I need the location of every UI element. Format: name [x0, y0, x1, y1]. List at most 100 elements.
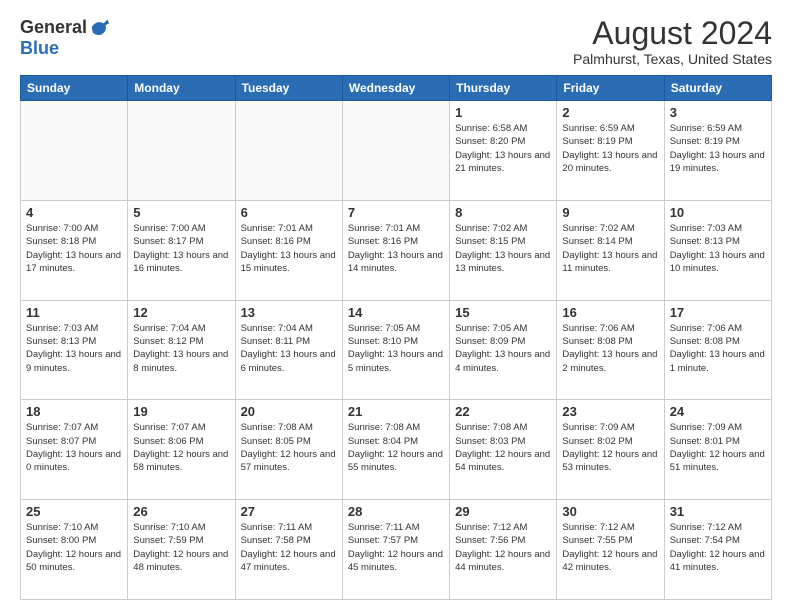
day-number: 22	[455, 404, 551, 419]
week-row-5: 25Sunrise: 7:10 AM Sunset: 8:00 PM Dayli…	[21, 500, 772, 600]
day-info: Sunrise: 7:06 AM Sunset: 8:08 PM Dayligh…	[670, 322, 766, 375]
day-info: Sunrise: 6:58 AM Sunset: 8:20 PM Dayligh…	[455, 122, 551, 175]
day-cell: 18Sunrise: 7:07 AM Sunset: 8:07 PM Dayli…	[21, 400, 128, 500]
day-cell: 29Sunrise: 7:12 AM Sunset: 7:56 PM Dayli…	[450, 500, 557, 600]
day-cell: 20Sunrise: 7:08 AM Sunset: 8:05 PM Dayli…	[235, 400, 342, 500]
day-cell: 4 Sunrise: 7:00 AM Sunset: 8:18 PM Daylig…	[21, 200, 128, 300]
day-number: 3	[670, 105, 766, 120]
day-info: Sunrise: 7:07 AM Sunset: 8:07 PM Dayligh…	[26, 421, 122, 474]
day-number: 12	[133, 305, 229, 320]
day-cell: 26 Sunrise: 7:10 AM Sunset: 7:59 PM Dayli…	[128, 500, 235, 600]
day-number: 26	[133, 504, 229, 519]
day-number: 14	[348, 305, 444, 320]
day-cell: 7Sunrise: 7:01 AM Sunset: 8:16 PM Daylig…	[342, 200, 449, 300]
day-info: Sunrise: 7:00 AM Sunset: 8:17 PM Dayligh…	[133, 222, 229, 275]
day-cell: 1Sunrise: 6:58 AM Sunset: 8:20 PM Daylig…	[450, 101, 557, 201]
day-info: Sunrise: 7:01 AM Sunset: 8:16 PM Dayligh…	[348, 222, 444, 275]
day-info: Sunrise: 7:12 AM Sunset: 7:55 PM Dayligh…	[562, 521, 658, 574]
day-number: 6	[241, 205, 337, 220]
day-number: 25	[26, 504, 122, 519]
day-cell	[21, 101, 128, 201]
day-cell: 6 Sunrise: 7:01 AM Sunset: 8:16 PM Daylig…	[235, 200, 342, 300]
day-cell: 19 Sunrise: 7:07 AM Sunset: 8:06 PM Dayli…	[128, 400, 235, 500]
day-number: 8	[455, 205, 551, 220]
day-number: 15	[455, 305, 551, 320]
day-info: Sunrise: 7:01 AM Sunset: 8:16 PM Dayligh…	[241, 222, 337, 275]
day-number: 27	[241, 504, 337, 519]
day-number: 30	[562, 504, 658, 519]
day-number: 11	[26, 305, 122, 320]
day-info: Sunrise: 7:11 AM Sunset: 7:58 PM Dayligh…	[241, 521, 337, 574]
day-number: 28	[348, 504, 444, 519]
day-info: Sunrise: 7:06 AM Sunset: 8:08 PM Dayligh…	[562, 322, 658, 375]
day-info: Sunrise: 7:02 AM Sunset: 8:15 PM Dayligh…	[455, 222, 551, 275]
day-cell: 2 Sunrise: 6:59 AM Sunset: 8:19 PM Daylig…	[557, 101, 664, 201]
day-info: Sunrise: 6:59 AM Sunset: 8:19 PM Dayligh…	[670, 122, 766, 175]
day-info: Sunrise: 7:04 AM Sunset: 8:12 PM Dayligh…	[133, 322, 229, 375]
day-number: 5	[133, 205, 229, 220]
col-sunday: Sunday	[21, 76, 128, 101]
day-info: Sunrise: 7:00 AM Sunset: 8:18 PM Dayligh…	[26, 222, 122, 275]
col-tuesday: Tuesday	[235, 76, 342, 101]
day-cell: 5 Sunrise: 7:00 AM Sunset: 8:17 PM Daylig…	[128, 200, 235, 300]
header: General Blue August 2024 Palmhurst, Texa…	[20, 16, 772, 67]
week-row-2: 4 Sunrise: 7:00 AM Sunset: 8:18 PM Daylig…	[21, 200, 772, 300]
day-cell: 15 Sunrise: 7:05 AM Sunset: 8:09 PM Dayli…	[450, 300, 557, 400]
col-thursday: Thursday	[450, 76, 557, 101]
logo-general-text: General	[20, 17, 87, 38]
day-cell	[342, 101, 449, 201]
day-number: 16	[562, 305, 658, 320]
day-cell: 30 Sunrise: 7:12 AM Sunset: 7:55 PM Dayli…	[557, 500, 664, 600]
day-number: 17	[670, 305, 766, 320]
week-row-3: 11Sunrise: 7:03 AM Sunset: 8:13 PM Dayli…	[21, 300, 772, 400]
week-row-1: 1Sunrise: 6:58 AM Sunset: 8:20 PM Daylig…	[21, 101, 772, 201]
day-cell: 12 Sunrise: 7:04 AM Sunset: 8:12 PM Dayli…	[128, 300, 235, 400]
page: General Blue August 2024 Palmhurst, Texa…	[0, 0, 792, 612]
day-info: Sunrise: 7:07 AM Sunset: 8:06 PM Dayligh…	[133, 421, 229, 474]
logo: General Blue	[20, 16, 111, 59]
day-info: Sunrise: 7:12 AM Sunset: 7:54 PM Dayligh…	[670, 521, 766, 574]
day-cell: 17 Sunrise: 7:06 AM Sunset: 8:08 PM Dayli…	[664, 300, 771, 400]
day-info: Sunrise: 7:08 AM Sunset: 8:03 PM Dayligh…	[455, 421, 551, 474]
day-info: Sunrise: 7:10 AM Sunset: 7:59 PM Dayligh…	[133, 521, 229, 574]
day-number: 13	[241, 305, 337, 320]
day-number: 2	[562, 105, 658, 120]
day-cell: 28 Sunrise: 7:11 AM Sunset: 7:57 PM Dayli…	[342, 500, 449, 600]
day-cell: 8 Sunrise: 7:02 AM Sunset: 8:15 PM Daylig…	[450, 200, 557, 300]
day-cell: 14 Sunrise: 7:05 AM Sunset: 8:10 PM Dayli…	[342, 300, 449, 400]
col-saturday: Saturday	[664, 76, 771, 101]
logo-blue-text: Blue	[20, 38, 59, 59]
day-info: Sunrise: 6:59 AM Sunset: 8:19 PM Dayligh…	[562, 122, 658, 175]
day-info: Sunrise: 7:08 AM Sunset: 8:04 PM Dayligh…	[348, 421, 444, 474]
day-number: 31	[670, 504, 766, 519]
calendar-body: 1Sunrise: 6:58 AM Sunset: 8:20 PM Daylig…	[21, 101, 772, 600]
day-cell: 21 Sunrise: 7:08 AM Sunset: 8:04 PM Dayli…	[342, 400, 449, 500]
day-cell: 31 Sunrise: 7:12 AM Sunset: 7:54 PM Dayli…	[664, 500, 771, 600]
logo-icon	[89, 16, 111, 38]
day-cell: 25Sunrise: 7:10 AM Sunset: 8:00 PM Dayli…	[21, 500, 128, 600]
day-number: 24	[670, 404, 766, 419]
day-cell: 16 Sunrise: 7:06 AM Sunset: 8:08 PM Dayli…	[557, 300, 664, 400]
day-number: 21	[348, 404, 444, 419]
day-info: Sunrise: 7:05 AM Sunset: 8:09 PM Dayligh…	[455, 322, 551, 375]
day-cell: 27 Sunrise: 7:11 AM Sunset: 7:58 PM Dayli…	[235, 500, 342, 600]
day-number: 4	[26, 205, 122, 220]
day-info: Sunrise: 7:04 AM Sunset: 8:11 PM Dayligh…	[241, 322, 337, 375]
col-friday: Friday	[557, 76, 664, 101]
day-cell: 11Sunrise: 7:03 AM Sunset: 8:13 PM Dayli…	[21, 300, 128, 400]
day-cell: 9Sunrise: 7:02 AM Sunset: 8:14 PM Daylig…	[557, 200, 664, 300]
day-number: 20	[241, 404, 337, 419]
day-cell: 24Sunrise: 7:09 AM Sunset: 8:01 PM Dayli…	[664, 400, 771, 500]
subtitle: Palmhurst, Texas, United States	[573, 51, 772, 67]
day-cell: 23Sunrise: 7:09 AM Sunset: 8:02 PM Dayli…	[557, 400, 664, 500]
main-title: August 2024	[573, 16, 772, 51]
day-cell	[235, 101, 342, 201]
day-cell: 3 Sunrise: 6:59 AM Sunset: 8:19 PM Daylig…	[664, 101, 771, 201]
day-info: Sunrise: 7:11 AM Sunset: 7:57 PM Dayligh…	[348, 521, 444, 574]
day-number: 19	[133, 404, 229, 419]
day-info: Sunrise: 7:05 AM Sunset: 8:10 PM Dayligh…	[348, 322, 444, 375]
week-row-4: 18Sunrise: 7:07 AM Sunset: 8:07 PM Dayli…	[21, 400, 772, 500]
day-info: Sunrise: 7:03 AM Sunset: 8:13 PM Dayligh…	[670, 222, 766, 275]
header-row: Sunday Monday Tuesday Wednesday Thursday…	[21, 76, 772, 101]
day-number: 9	[562, 205, 658, 220]
